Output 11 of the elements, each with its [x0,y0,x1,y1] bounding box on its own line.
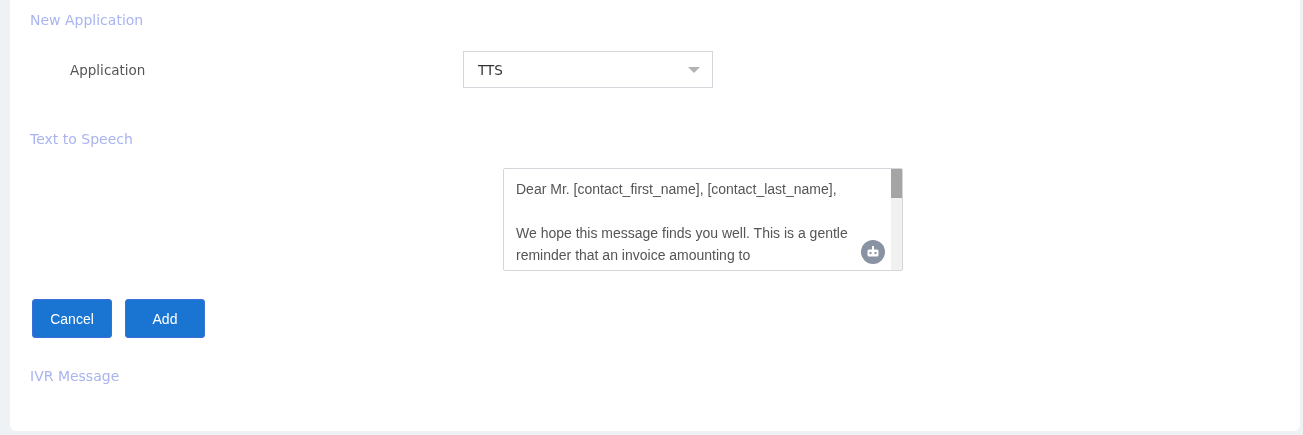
robot-icon[interactable] [861,240,885,264]
add-button[interactable]: Add [125,299,205,338]
application-select[interactable]: TTS [463,51,713,88]
field-label: Application [69,61,147,78]
section-title: Text to Speech [30,131,134,147]
cancel-button[interactable]: Cancel [32,299,112,338]
section-title: IVR Message [30,368,121,384]
message-textarea[interactable]: Dear Mr. [contact_first_name], [contact_last_name], We hope this message finds you well. This is a gentle reminder that an invoice amounting to [503,168,903,271]
section-title: New Application [30,12,145,28]
scrollbar-thumb[interactable] [891,169,902,198]
caret-icon [688,66,700,73]
